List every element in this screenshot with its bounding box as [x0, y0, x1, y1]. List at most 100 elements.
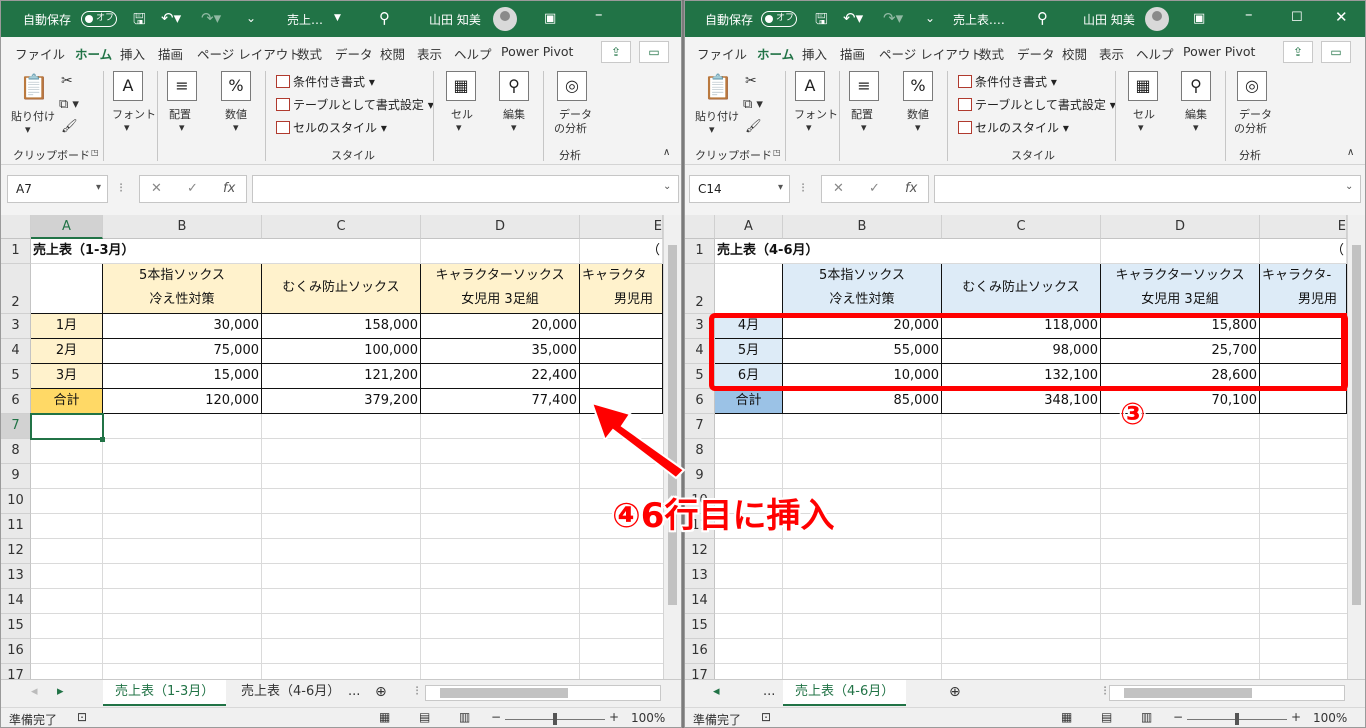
tab-review[interactable]: 校閲	[1062, 44, 1087, 63]
share-icon[interactable]: ⇪	[1283, 41, 1313, 63]
user-name[interactable]: 山田 知美	[1083, 11, 1135, 28]
name-box[interactable]: C14	[689, 175, 790, 203]
normal-view-icon[interactable]: ▦	[1061, 710, 1072, 724]
tab-draw[interactable]: 描画	[840, 44, 865, 63]
row-header[interactable]: 10	[1, 489, 31, 514]
total-cell[interactable]: 85,000	[783, 389, 942, 414]
formula-input[interactable]	[252, 175, 679, 203]
cell-style-button[interactable]: セルのスタイル ▾	[276, 119, 387, 136]
tab-review[interactable]: 校閲	[380, 44, 405, 63]
cell-e1[interactable]: （	[1260, 239, 1347, 264]
cut-icon[interactable]: ✂	[61, 73, 73, 89]
row-header[interactable]: 15	[1, 614, 31, 639]
row-header[interactable]: 17	[1, 664, 31, 679]
total-label-cell[interactable]: 合計	[715, 389, 783, 414]
minimize-icon[interactable]: –	[1245, 5, 1253, 23]
font-icon[interactable]: A	[795, 71, 825, 101]
row-header[interactable]: 3	[1, 314, 31, 339]
align-icon[interactable]: ≡	[849, 71, 879, 101]
copy-icon[interactable]: ⧉ ▾	[59, 97, 79, 112]
conditional-format-button[interactable]: 条件付き書式 ▾	[958, 73, 1057, 90]
align-icon[interactable]: ≡	[167, 71, 197, 101]
row-header[interactable]: 17	[685, 664, 715, 679]
table-title[interactable]: 売上表（4-6月）	[715, 239, 942, 264]
cells-button[interactable]: セル	[451, 106, 473, 122]
cells-button[interactable]: セル	[1133, 106, 1155, 122]
customize-icon[interactable]: ⌄	[246, 11, 256, 25]
total-cell[interactable]: 348,100	[942, 389, 1101, 414]
more-sheets[interactable]: ...	[751, 680, 787, 706]
user-name[interactable]: 山田 知美	[429, 11, 481, 28]
page-layout-view-icon[interactable]: ▤	[1101, 710, 1112, 724]
macro-record-icon[interactable]: ⊡	[761, 710, 771, 724]
dialog-launcher-icon[interactable]: ◳	[91, 148, 99, 157]
row-header[interactable]: 8	[1, 439, 31, 464]
tab-page-layout[interactable]: ページ レイアウト	[197, 44, 301, 63]
close-icon[interactable]: ✕	[1335, 8, 1348, 26]
number-button[interactable]: 数値	[907, 106, 929, 122]
month-cell[interactable]: 1月	[31, 314, 103, 339]
row-header[interactable]: 2	[685, 264, 715, 314]
add-sheet-icon[interactable]: ⊕	[937, 680, 973, 706]
value-cell[interactable]: 30,000	[103, 314, 262, 339]
row-header[interactable]: 9	[1, 464, 31, 489]
tab-home[interactable]: ホーム	[75, 44, 113, 68]
tab-home[interactable]: ホーム	[757, 44, 795, 68]
analyze-data-icon[interactable]: ◎	[1237, 71, 1267, 101]
value-cell[interactable]: 75,000	[103, 339, 262, 364]
autosave-toggle[interactable]: オフ	[761, 11, 797, 27]
row-header[interactable]: 5	[1, 364, 31, 389]
month-cell[interactable]: 3月	[31, 364, 103, 389]
row-header[interactable]: 2	[1, 264, 31, 314]
row-header[interactable]: 13	[1, 564, 31, 589]
zoom-out-icon[interactable]: −	[1173, 710, 1183, 724]
cells-icon[interactable]: ▦	[446, 71, 476, 101]
header-cell[interactable]: キャラクタ 男児用	[580, 264, 663, 314]
ribbon-display-icon[interactable]: ▣	[1193, 11, 1205, 26]
vertical-scrollbar[interactable]	[663, 215, 681, 679]
tab-help[interactable]: ヘルプ	[454, 44, 492, 63]
row-header[interactable]: 16	[685, 639, 715, 664]
row-header[interactable]: 1	[1, 239, 31, 264]
redo-icon[interactable]: ↷▾	[883, 9, 903, 27]
column-header[interactable]: E	[580, 215, 663, 239]
font-button[interactable]: フォント	[112, 106, 156, 122]
row-header[interactable]: 13	[685, 564, 715, 589]
search-icon[interactable]: ⚲	[499, 71, 529, 101]
undo-icon[interactable]: ↶▾	[161, 9, 181, 27]
sheet-tab-active[interactable]: 売上表（1-3月）	[103, 680, 227, 706]
paste-button[interactable]: 貼り付け	[695, 108, 739, 124]
header-cell[interactable]: むくみ防止ソックス	[262, 264, 421, 314]
chevron-down-icon[interactable]: ▼	[334, 13, 341, 23]
table-format-button[interactable]: テーブルとして書式設定 ▾	[958, 96, 1116, 113]
align-button[interactable]: 配置	[169, 106, 191, 122]
minimize-icon[interactable]: –	[595, 5, 603, 23]
row-header[interactable]: 12	[1, 539, 31, 564]
value-cell[interactable]: 20,000	[421, 314, 580, 339]
tab-view[interactable]: 表示	[1099, 44, 1124, 63]
column-header[interactable]: A	[715, 215, 783, 239]
select-all[interactable]	[685, 215, 715, 239]
file-title[interactable]: 売上…	[287, 11, 323, 28]
value-cell[interactable]: 15,000	[103, 364, 262, 389]
header-cell[interactable]: キャラクタ- 男児用	[1260, 264, 1347, 314]
file-title[interactable]: 売上表.…	[953, 11, 1005, 28]
search-icon[interactable]: ⚲	[1181, 71, 1211, 101]
comment-icon[interactable]: ▭	[639, 41, 669, 63]
cells-icon[interactable]: ▦	[1128, 71, 1158, 101]
column-header[interactable]: E	[1260, 215, 1347, 239]
next-sheet-icon[interactable]: ▸	[45, 680, 76, 706]
paste-button[interactable]: 貼り付け	[11, 108, 55, 124]
fill-handle[interactable]	[100, 437, 105, 442]
number-button[interactable]: 数値	[225, 106, 247, 122]
worksheet-grid[interactable]: A B C D E 1 2 3 4 5 6 7 8 9 10 11 12 13 …	[1, 215, 663, 679]
row-header[interactable]: 9	[685, 464, 715, 489]
dialog-launcher-icon[interactable]: ◳	[773, 148, 781, 157]
avatar[interactable]	[493, 7, 517, 31]
value-cell[interactable]: 100,000	[262, 339, 421, 364]
tab-formulas[interactable]: 数式	[297, 44, 322, 63]
macro-record-icon[interactable]: ⊡	[77, 710, 87, 724]
percent-icon[interactable]: %	[903, 71, 933, 101]
format-painter-icon[interactable]: 🖌	[745, 119, 762, 134]
cancel-icon[interactable]: ✕	[151, 181, 162, 196]
